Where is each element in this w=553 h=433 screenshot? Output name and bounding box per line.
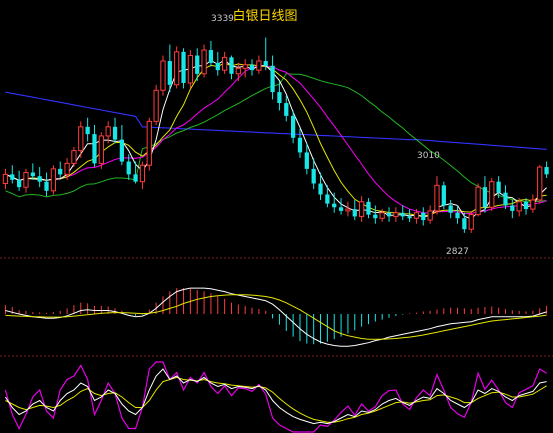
candle-body-up — [222, 56, 228, 71]
candle-body-down — [167, 61, 172, 85]
candle-body-up — [359, 201, 365, 217]
ma-white-line — [5, 59, 547, 220]
candle-body-up — [379, 212, 385, 219]
candle-body-down — [318, 183, 323, 195]
candle-body-up — [235, 67, 241, 75]
moving-average-lines — [5, 59, 547, 220]
candle-body-down — [215, 62, 220, 71]
candle-body-down — [126, 161, 131, 175]
candle-body-up — [393, 212, 399, 217]
candle-body-down — [263, 61, 268, 66]
kdj-j-line — [4, 361, 547, 433]
candle-body-down — [58, 168, 63, 175]
candle-body-up — [2, 173, 9, 184]
ma-green-line — [5, 73, 547, 203]
candle-body-up — [78, 126, 84, 152]
candle-body-up — [345, 208, 351, 212]
chart-title: 白银日线图 — [232, 8, 297, 24]
candle-body-up — [139, 164, 146, 183]
candle-body-up — [256, 60, 262, 71]
candle-body-down — [112, 126, 118, 140]
macd-dif-line — [5, 287, 547, 347]
high-price-label: 3339 — [211, 14, 234, 24]
candle-body-down — [249, 64, 255, 71]
ma-yellow-line — [5, 62, 547, 217]
candle-body-down — [304, 152, 309, 169]
candle-body-up — [160, 60, 166, 91]
candlestick-series — [2, 37, 549, 233]
candle-body-down — [421, 212, 426, 221]
candle-body-down — [208, 50, 214, 63]
candle-body-down — [291, 115, 296, 138]
candle-body-up — [434, 184, 440, 212]
candle-body-down — [133, 174, 138, 182]
candle-body-up — [146, 120, 152, 166]
candle-body-down — [510, 205, 515, 211]
candle-body-down — [17, 179, 22, 188]
candle-body-down — [85, 126, 90, 135]
low-price-label: 2827 — [446, 247, 469, 257]
ma-value-label: 3010 — [417, 151, 440, 161]
candle-body-down — [119, 139, 124, 162]
candle-body-down — [10, 174, 15, 180]
candle-body-up — [105, 126, 111, 137]
candle-body-down — [448, 205, 453, 213]
candle-body-down — [407, 216, 412, 219]
candle-body-down — [373, 214, 378, 219]
macd-dea-line — [5, 294, 547, 340]
candle-body-down — [544, 167, 549, 175]
candle-body-up — [174, 51, 180, 86]
ma-blue-line — [5, 91, 547, 150]
candle-body-down — [441, 185, 446, 206]
candle-body-up — [23, 172, 29, 188]
candle-body-up — [530, 199, 536, 210]
candle-body-down — [496, 181, 501, 193]
candle-body-down — [332, 203, 337, 208]
candle-body-down — [44, 181, 49, 191]
candle-body-down — [503, 192, 508, 206]
candle-body-up — [489, 181, 495, 208]
candle-body-up — [187, 55, 193, 84]
candle-body-down — [400, 212, 405, 217]
chart-canvas: 白银日线图 3339 2827 3010 — [0, 8, 553, 433]
candle-body-up — [50, 168, 56, 192]
candle-body-up — [98, 135, 104, 164]
candle-body-down — [311, 168, 316, 184]
candle-body-down — [482, 187, 488, 208]
candle-body-down — [325, 194, 330, 204]
candle-body-up — [516, 201, 522, 212]
candle-body-up — [427, 210, 433, 221]
candle-body-down — [92, 134, 97, 164]
candle-body-up — [64, 162, 70, 175]
macd-panel — [4, 287, 548, 347]
candle-body-up — [475, 186, 481, 216]
candle-body-down — [277, 92, 282, 104]
candle-body-up — [537, 166, 543, 201]
candle-body-down — [523, 201, 529, 210]
candle-body-down — [270, 65, 275, 93]
candle-body-down — [462, 218, 467, 230]
kdj-panel — [4, 361, 547, 433]
ma-magenta-line — [5, 65, 547, 215]
candle-body-up — [71, 150, 77, 164]
candle-body-down — [386, 212, 392, 217]
candle-body-up — [413, 212, 420, 219]
candle-body-down — [30, 172, 35, 177]
candle-body-down — [455, 212, 460, 219]
candle-body-down — [366, 201, 371, 215]
candle-body-down — [352, 209, 357, 217]
candle-body-up — [153, 89, 159, 122]
candle-body-down — [181, 51, 186, 83]
candle-body-up — [201, 49, 207, 75]
candle-body-down — [338, 207, 344, 211]
candle-body-down — [229, 57, 234, 74]
candle-body-down — [284, 103, 289, 116]
candle-body-down — [195, 55, 200, 74]
candle-body-up — [242, 64, 248, 69]
candle-body-down — [37, 176, 42, 182]
candle-body-up — [468, 214, 474, 230]
silver-daily-chart: 白银日线图 3339 2827 3010 — [0, 0, 553, 433]
candle-body-down — [297, 137, 303, 153]
